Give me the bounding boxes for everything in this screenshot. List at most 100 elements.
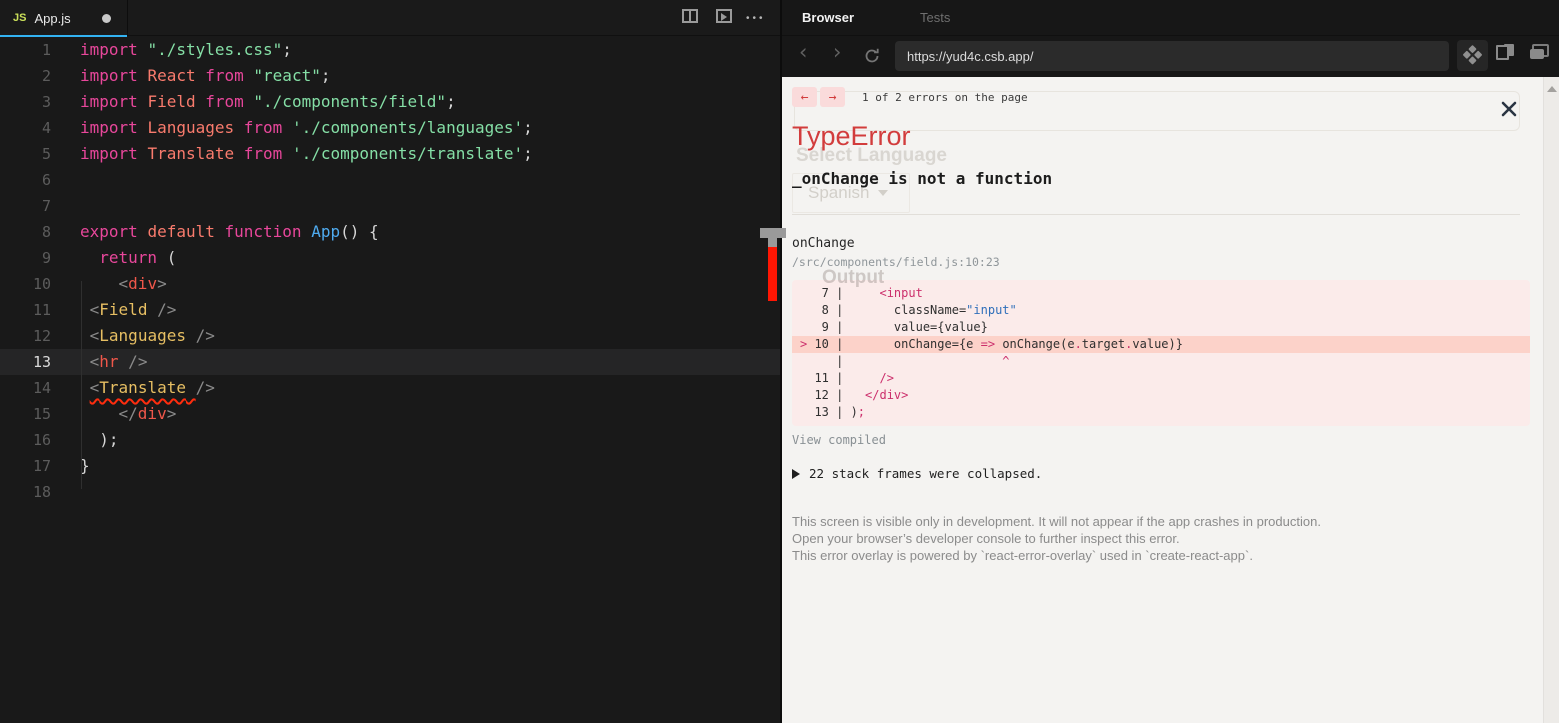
line-number: 7 <box>41 197 51 215</box>
code-line-3[interactable]: 3 import Field from "./components/field"; <box>0 89 780 115</box>
collapsed-frames-toggle[interactable]: 22 stack frames were collapsed. <box>792 466 1042 481</box>
line-content: import Languages from './components/lang… <box>80 118 533 137</box>
code-line-14[interactable]: 14 <Translate /> <box>0 375 780 401</box>
tab-browser[interactable]: Browser <box>802 10 854 25</box>
line-content: <hr /> <box>89 352 148 371</box>
code-line-13[interactable]: 13 <hr /> <box>0 349 780 375</box>
chevron-down-icon <box>878 190 889 196</box>
view-compiled-link[interactable]: View compiled <box>792 433 886 447</box>
code-line-18[interactable]: 18 <box>0 479 780 505</box>
error-title: TypeError <box>792 121 911 151</box>
line-number: 8 <box>41 223 51 241</box>
line-content: import Field from "./components/field"; <box>80 92 456 111</box>
code-line-9[interactable]: 9 return ( <box>0 245 780 271</box>
preview-tabbar: Browser Tests <box>782 0 1559 36</box>
split-view-icon[interactable] <box>682 9 698 23</box>
line-number: 2 <box>41 67 51 85</box>
prev-error-button[interactable]: ← <box>792 87 817 107</box>
line-number: 3 <box>41 93 51 111</box>
tab-tests[interactable]: Tests <box>920 10 950 25</box>
stack-code-line: 9 | value={value} <box>800 320 988 334</box>
tab-title: App.js <box>34 10 71 26</box>
line-number: 1 <box>41 41 51 59</box>
collapsed-frames-label: 22 stack frames were collapsed. <box>809 466 1043 481</box>
preview-area: Select Language Spanish Output ← → 1 of … <box>782 77 1559 723</box>
line-content: return ( <box>99 248 177 267</box>
code-line-8[interactable]: 8 export default function App() { <box>0 219 780 245</box>
code-line-11[interactable]: 11 <Field /> <box>0 297 780 323</box>
line-content: </div> <box>118 404 177 423</box>
line-number: 17 <box>32 457 51 475</box>
next-error-button[interactable]: → <box>820 87 845 107</box>
line-number: 11 <box>32 301 51 319</box>
line-content: <div> <box>118 274 167 293</box>
line-content: import React from "react"; <box>80 66 331 85</box>
open-preview-icon[interactable] <box>716 9 732 23</box>
line-number: 10 <box>32 275 51 293</box>
line-content: <Field /> <box>89 300 177 319</box>
line-number: 18 <box>32 483 51 501</box>
stack-code-line: 7 | <input <box>800 286 923 300</box>
footer-note: Open your browser’s developer console to… <box>792 531 1180 546</box>
code-line-17[interactable]: 17} <box>0 453 780 479</box>
line-number: 16 <box>32 431 51 449</box>
scrollbar[interactable] <box>1543 77 1559 723</box>
browser-pane: Browser Tests ‹ › Select Language Spanis… <box>780 0 1559 723</box>
handle-stem <box>768 238 777 247</box>
pane-resize-handle[interactable] <box>760 228 786 301</box>
stack-code-line: | ^ <box>800 354 1010 368</box>
code-line-7[interactable]: 7 <box>0 193 780 219</box>
browser-navbar: ‹ › <box>782 36 1559 76</box>
open-new-window-icon[interactable] <box>1496 44 1514 60</box>
error-count-label: 1 of 2 errors on the page <box>862 90 1028 104</box>
error-marker <box>768 247 777 301</box>
line-number: 14 <box>32 379 51 397</box>
line-number: 4 <box>41 119 51 137</box>
code-line-12[interactable]: 12 <Languages /> <box>0 323 780 349</box>
code-line-2[interactable]: 2 import React from "react"; <box>0 63 780 89</box>
line-number: 13 <box>32 353 51 371</box>
code-line-5[interactable]: 5 import Translate from './components/tra… <box>0 141 780 167</box>
forward-icon[interactable]: › <box>833 40 841 64</box>
play-icon <box>721 13 727 21</box>
code-line-10[interactable]: 10 <div> <box>0 271 780 297</box>
footer-note: This screen is visible only in developme… <box>792 514 1321 529</box>
codesandbox-app: JS App.js ••• 1 import "./styles.css"; 2 im… <box>0 0 1559 723</box>
code-snippet: 7 | <input 8 | className="input" 9 | val… <box>792 280 1530 426</box>
line-number: 15 <box>32 405 51 423</box>
code-line-16[interactable]: 16 ); <box>0 427 780 453</box>
ghost-divider <box>792 214 1520 215</box>
responsive-mode-icon[interactable] <box>1457 40 1488 71</box>
overlay-footer: This screen is visible only in developme… <box>792 513 1321 564</box>
code-line-1[interactable]: 1 import "./styles.css"; <box>0 37 780 63</box>
stack-frame-path[interactable]: /src/components/field.js:10:23 <box>792 255 1000 269</box>
line-content: export default function App() { <box>80 222 379 241</box>
detach-preview-icon[interactable] <box>1530 44 1549 59</box>
js-file-icon: JS <box>13 12 27 24</box>
stack-code-line: 12 | </div> <box>800 388 909 402</box>
handle-grip <box>760 228 786 238</box>
line-content: <Languages /> <box>89 326 215 345</box>
error-message: _onChange is not a function <box>792 169 1053 188</box>
scroll-up-icon[interactable] <box>1547 86 1557 92</box>
code-line-15[interactable]: 15 </div> <box>0 401 780 427</box>
ghost-output-heading: Output <box>822 267 885 288</box>
unsaved-dot-icon <box>102 13 111 23</box>
code-line-6[interactable]: 6 <box>0 167 780 193</box>
back-icon[interactable]: ‹ <box>799 40 807 64</box>
line-number: 12 <box>32 327 51 345</box>
line-content: import Translate from './components/tran… <box>80 144 533 163</box>
editor-pane: JS App.js ••• 1 import "./styles.css"; 2 im… <box>0 0 780 723</box>
error-pagination: ← → 1 of 2 errors on the page <box>792 87 1028 107</box>
tab-appjs[interactable]: JS App.js <box>0 0 128 37</box>
code-editor: 1 import "./styles.css"; 2 import React fro… <box>0 36 780 505</box>
url-input[interactable] <box>895 41 1449 71</box>
footer-note: This error overlay is powered by `react-… <box>792 548 1253 563</box>
refresh-icon[interactable] <box>863 46 881 70</box>
more-options-icon[interactable]: ••• <box>746 13 766 24</box>
close-icon[interactable] <box>1499 99 1519 119</box>
stack-frame-function: onChange <box>792 236 855 251</box>
line-number: 5 <box>41 145 51 163</box>
expand-triangle-icon <box>792 468 800 479</box>
code-line-4[interactable]: 4 import Languages from './components/lan… <box>0 115 780 141</box>
